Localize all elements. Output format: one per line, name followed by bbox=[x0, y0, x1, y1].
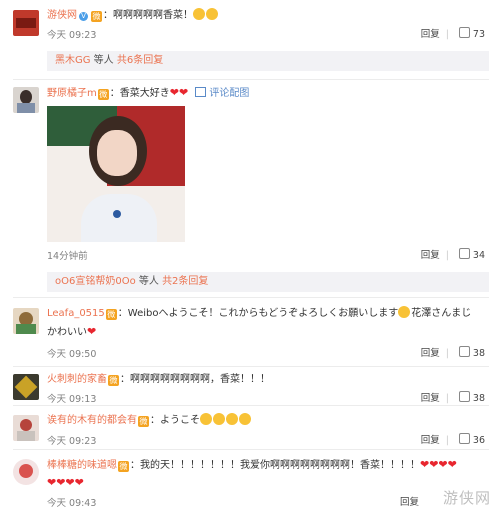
comment-actions: 回复 | 36 bbox=[420, 433, 485, 446]
comment-text: ：啊啊啊啊啊香菜！ bbox=[103, 10, 193, 21]
comment-actions: 回复 bbox=[394, 494, 419, 508]
username[interactable]: 诶有的木有的都会有 bbox=[47, 415, 137, 426]
badge-icon: 微 bbox=[118, 461, 129, 472]
sub-reply-suffix: 等人 bbox=[135, 276, 163, 287]
comment-actions: 回复 | 38 bbox=[420, 346, 485, 359]
like-icon[interactable] bbox=[458, 248, 470, 259]
picture-icon bbox=[195, 87, 207, 97]
avatar[interactable] bbox=[13, 459, 39, 485]
divider bbox=[13, 297, 489, 298]
heart-icon: ❤ bbox=[178, 86, 189, 99]
reply-button[interactable]: 回复 bbox=[421, 348, 440, 359]
badge-icon: 微 bbox=[105, 309, 117, 320]
like-count: 36 bbox=[472, 435, 485, 446]
comment-text: ：我的天！！！！！！！我爱你啊啊啊啊啊啊啊啊！香菜！！！！ bbox=[130, 460, 420, 471]
sub-reply-count[interactable]: 共6条回复 bbox=[117, 55, 163, 66]
sub-reply-users[interactable]: 黑木GG bbox=[55, 55, 91, 66]
sub-replies[interactable]: oO6宣铭帮奶0Oo 等人 共2条回复 bbox=[47, 272, 489, 292]
like-icon[interactable] bbox=[458, 27, 470, 38]
like-count: 73 bbox=[472, 29, 485, 40]
comment-text-cont: かわいい bbox=[47, 327, 87, 338]
emoji-icon bbox=[239, 413, 251, 425]
timestamp: 今天 09:50 bbox=[47, 349, 97, 360]
heart-icon: ❤ bbox=[169, 86, 179, 99]
like-icon[interactable] bbox=[458, 346, 470, 357]
emoji-icon bbox=[206, 8, 218, 20]
comment-text: ：啊啊啊啊啊啊啊啊，香菜！！！ bbox=[120, 374, 270, 385]
like-count: 34 bbox=[472, 250, 485, 261]
sub-replies[interactable]: 黑木GG 等人 共6条回复 bbox=[47, 51, 489, 71]
sub-reply-count[interactable]: 共2条回复 bbox=[162, 276, 208, 287]
timestamp: 今天 09:13 bbox=[47, 394, 97, 405]
timestamp: 今天 09:43 bbox=[47, 498, 97, 509]
verified-icon: V bbox=[79, 12, 88, 21]
badge-icon: 微 bbox=[97, 89, 109, 100]
timestamp: 今天 09:23 bbox=[47, 30, 97, 41]
badge-icon: 微 bbox=[138, 416, 149, 427]
divider bbox=[13, 449, 489, 450]
comment-image-label: 评论配图 bbox=[209, 88, 250, 99]
reply-button[interactable]: 回复 bbox=[421, 435, 440, 446]
comment-image[interactable] bbox=[47, 106, 185, 242]
heart-icon: ❤❤❤❤ bbox=[47, 476, 84, 489]
comment-text: ：Weiboへようこそ！これからもどうぞよろしくお願いします bbox=[117, 308, 399, 319]
emoji-icon bbox=[193, 8, 205, 20]
reply-button[interactable]: 回复 bbox=[400, 497, 419, 508]
username[interactable]: Leafa_0515 bbox=[47, 308, 105, 319]
timestamp: 14分钟前 bbox=[47, 251, 88, 262]
sub-reply-users[interactable]: oO6宣铭帮奶0Oo bbox=[55, 276, 136, 287]
username[interactable]: 火刺刺的家畜 bbox=[47, 374, 107, 385]
comment-text: ：香菜大好き bbox=[109, 88, 170, 99]
avatar[interactable] bbox=[13, 415, 39, 441]
emoji-icon bbox=[398, 306, 411, 318]
sub-reply-suffix: 等人 bbox=[90, 55, 117, 66]
comment-text: ：ようこそ bbox=[150, 415, 200, 426]
avatar[interactable] bbox=[13, 87, 39, 113]
divider bbox=[13, 79, 489, 80]
timestamp: 今天 09:23 bbox=[47, 436, 97, 447]
reply-button[interactable]: 回复 bbox=[421, 250, 440, 261]
like-icon[interactable] bbox=[458, 433, 470, 444]
like-count: 38 bbox=[472, 348, 485, 359]
heart-icon: ❤❤❤❤ bbox=[420, 458, 457, 471]
badge-icon: 微 bbox=[91, 11, 102, 22]
badge-icon: 微 bbox=[108, 375, 119, 386]
username[interactable]: 野原橘子m bbox=[47, 88, 97, 99]
comment-actions: 回复 | 73 bbox=[420, 27, 485, 40]
avatar[interactable] bbox=[13, 374, 39, 400]
username[interactable]: 棒棒糖的味道嗯 bbox=[47, 460, 117, 471]
reply-button[interactable]: 回复 bbox=[421, 29, 440, 40]
divider bbox=[13, 366, 489, 367]
username[interactable]: 游侠网 bbox=[47, 10, 77, 21]
comment-text-cont: 花澤さんまじ bbox=[411, 308, 472, 319]
like-icon[interactable] bbox=[458, 391, 470, 402]
comment-actions: 回复 | 34 bbox=[420, 248, 485, 261]
reply-button[interactable]: 回复 bbox=[421, 393, 440, 404]
comment-actions: 回复 | 38 bbox=[420, 391, 485, 404]
comment-image-link[interactable]: 评论配图 bbox=[195, 87, 250, 99]
avatar[interactable] bbox=[13, 10, 39, 36]
emoji-icon bbox=[200, 413, 212, 425]
emoji-icon bbox=[226, 413, 238, 425]
like-count: 38 bbox=[472, 393, 485, 404]
avatar[interactable] bbox=[13, 308, 39, 334]
heart-icon: ❤ bbox=[87, 325, 97, 338]
watermark: 游侠网 bbox=[442, 489, 491, 507]
emoji-icon bbox=[213, 413, 225, 425]
divider bbox=[13, 405, 489, 406]
